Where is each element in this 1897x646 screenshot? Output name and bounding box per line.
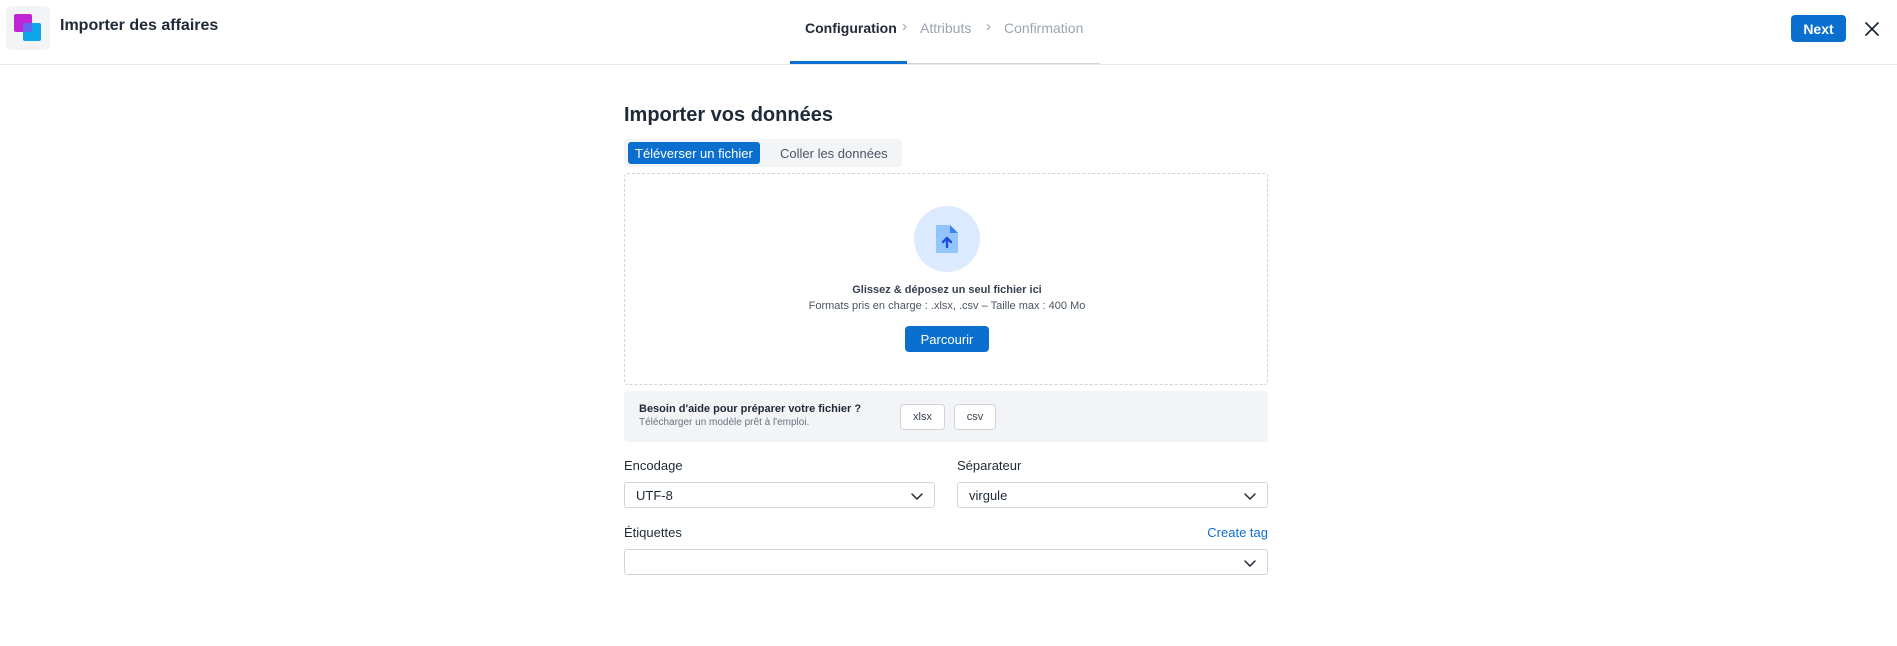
app-logo-icon — [6, 6, 50, 50]
file-dropzone[interactable]: Glissez & déposez un seul fichier ici Fo… — [624, 173, 1268, 385]
browse-button[interactable]: Parcourir — [905, 326, 989, 352]
chevron-down-icon — [1244, 493, 1256, 501]
encoding-value: UTF-8 — [636, 488, 673, 503]
step-attributs[interactable]: Attributs — [920, 20, 971, 36]
separator-label: Séparateur — [957, 458, 1022, 473]
create-tag-link[interactable]: Create tag — [1207, 525, 1268, 540]
tags-label: Étiquettes — [624, 525, 682, 540]
app-title: Importer des affaires — [60, 17, 219, 34]
encoding-select[interactable]: UTF-8 — [624, 482, 935, 508]
step-configuration[interactable]: Configuration — [805, 20, 897, 36]
step-track — [907, 63, 1100, 64]
chevron-right-icon: › — [902, 18, 907, 35]
source-tabs: Téléverser un fichier Coller les données — [624, 139, 902, 167]
separator-value: virgule — [969, 488, 1008, 503]
chevron-down-icon — [911, 493, 923, 501]
tab-paste-data[interactable]: Coller les données — [773, 142, 895, 164]
chevron-down-icon — [1244, 560, 1256, 568]
encoding-label: Encodage — [624, 458, 683, 473]
dropzone-formats: Formats pris en charge : .xlsx, .csv – T… — [808, 300, 1086, 312]
stepper: Configuration › Attributs › Confirmation — [790, 0, 1100, 65]
dropzone-title: Glissez & déposez un seul fichier ici — [852, 284, 1042, 296]
page-title: Importer vos données — [624, 104, 833, 126]
download-xlsx-template-button[interactable]: xlsx — [900, 404, 945, 430]
top-bar: Importer des affaires Configuration › At… — [0, 0, 1897, 65]
help-subtitle: Télécharger un modèle prêt à l'emploi. — [639, 417, 810, 428]
separator-select[interactable]: virgule — [957, 482, 1268, 508]
next-button[interactable]: Next — [1791, 15, 1846, 42]
tags-select[interactable] — [624, 549, 1268, 575]
close-icon[interactable] — [1861, 18, 1883, 40]
chevron-right-icon: › — [986, 18, 991, 35]
file-upload-icon — [914, 206, 980, 272]
step-confirmation[interactable]: Confirmation — [1004, 20, 1083, 36]
help-title: Besoin d'aide pour préparer votre fichie… — [639, 403, 862, 415]
tab-upload-file[interactable]: Téléverser un fichier — [628, 142, 760, 164]
active-step-indicator — [790, 61, 907, 64]
download-csv-template-button[interactable]: csv — [954, 404, 996, 430]
template-help-box: Besoin d'aide pour préparer votre fichie… — [624, 391, 1268, 442]
